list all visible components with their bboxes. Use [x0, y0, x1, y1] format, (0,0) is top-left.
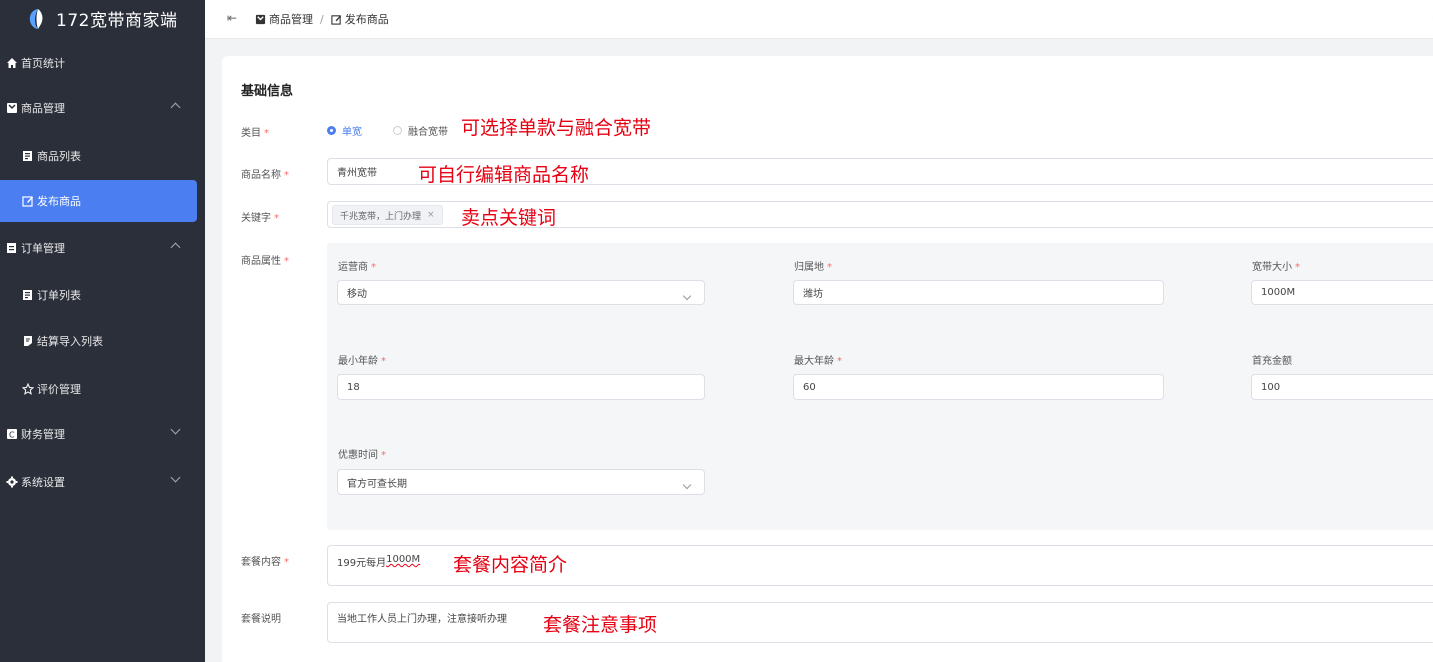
max-age-label: 最大年龄 * [794, 356, 842, 367]
first-charge-label: 首充金额 [1252, 356, 1292, 367]
sidebar-item-goods-management[interactable]: 商品管理 [0, 87, 205, 129]
annotation-keywords: 卖点关键词 [461, 207, 557, 229]
chevron-up-icon [170, 102, 181, 113]
input-value: 18 [347, 381, 360, 393]
sidebar-item-label: 发布商品 [37, 195, 81, 208]
annotation-desc: 套餐注意事项 [543, 614, 658, 636]
min-age-input[interactable]: 18 [337, 374, 705, 400]
sidebar-item-finance-management[interactable]: C 财务管理 [0, 413, 205, 455]
annotation-name: 可自行编辑商品名称 [418, 164, 590, 186]
keywords-label: 关键字 * [241, 213, 279, 224]
attributes-label: 商品属性 * [241, 256, 289, 267]
list-icon [23, 290, 32, 300]
promo-time-label: 优惠时间 * [338, 450, 386, 461]
input-value: 60 [803, 381, 816, 393]
max-age-input[interactable]: 60 [793, 374, 1164, 400]
operator-label: 运营商 * [338, 262, 376, 273]
svg-text:C: C [9, 431, 15, 440]
radio-fusion-broadband[interactable]: 融合宽带 [393, 123, 448, 138]
sidebar-item-order-management[interactable]: 订单管理 [0, 227, 205, 269]
goods-icon [7, 103, 17, 113]
chevron-up-icon [170, 242, 181, 253]
first-charge-input[interactable]: 100 [1251, 374, 1433, 400]
textarea-value: 当地工作人员上门办理，注意接听办理 [337, 614, 507, 625]
sidebar-item-publish-goods[interactable]: 发布商品 [0, 180, 197, 222]
location-label: 归属地 * [794, 262, 832, 273]
sidebar-item-settlement-import[interactable]: 结算导入列表 [0, 320, 205, 362]
chevron-down-icon [682, 291, 692, 301]
app-window: 172宽带商家端 首页统计 商品管理 商品列表 发布商品 订单管理 订单列表 结… [0, 0, 1433, 662]
logo-icon [29, 9, 43, 29]
chevron-down-icon [682, 480, 692, 490]
package-desc-label: 套餐说明 [241, 614, 281, 625]
breadcrumb-separator: / [320, 12, 324, 26]
sidebar-item-goods-list[interactable]: 商品列表 [0, 135, 205, 177]
order-icon [7, 243, 16, 253]
chevron-down-icon [170, 472, 181, 483]
sidebar-item-label: 财务管理 [21, 428, 65, 441]
breadcrumb-parent[interactable]: 商品管理 [269, 11, 313, 27]
keyword-tag: 千兆宽带，上门办理 × [332, 205, 443, 225]
settle-icon [24, 336, 32, 346]
top-bar: ⇤ 商品管理 / 发布商品 [205, 0, 1433, 39]
sidebar-item-label: 订单管理 [21, 242, 65, 255]
input-value: 100 [1261, 381, 1281, 393]
sidebar-item-review-management[interactable]: 评价管理 [0, 368, 205, 410]
textarea-value: 199元每月 [337, 558, 387, 569]
sidebar-item-label: 评价管理 [37, 383, 81, 396]
location-input[interactable]: 潍坊 [793, 280, 1164, 305]
goods-icon [255, 14, 266, 24]
sidebar-item-label: 首页统计 [21, 57, 65, 70]
promo-time-select[interactable]: 官方可查长期 [337, 469, 705, 495]
tag-label: 千兆宽带，上门办理 [340, 211, 422, 222]
radio-unchecked-icon [393, 126, 402, 135]
spellcheck-mark: 1000M [386, 554, 421, 565]
edit-icon [22, 196, 33, 207]
app-title: 172宽带商家端 [56, 11, 178, 31]
package-desc-textarea[interactable]: 当地工作人员上门办理，注意接听办理 [327, 602, 1433, 643]
sidebar-item-label: 订单列表 [37, 289, 81, 302]
bandwidth-label: 宽带大小 * [1252, 262, 1300, 273]
sidebar-item-order-list[interactable]: 订单列表 [0, 274, 205, 316]
radio-label: 单宽 [342, 127, 362, 138]
section-title: 基础信息 [241, 84, 294, 99]
package-content-label: 套餐内容 * [241, 557, 289, 568]
finance-icon: C [7, 429, 17, 440]
radio-single-broadband[interactable]: 单宽 [327, 123, 362, 138]
radio-checked-icon [327, 126, 336, 135]
sidebar-item-home[interactable]: 首页统计 [0, 42, 205, 84]
star-icon [22, 383, 34, 395]
annotation-content: 套餐内容简介 [453, 554, 568, 576]
breadcrumb: 商品管理 / 发布商品 [255, 11, 389, 27]
sidebar-item-system-settings[interactable]: 系统设置 [0, 461, 205, 503]
close-icon[interactable]: × [427, 210, 435, 220]
annotation-category: 可选择单款与融合宽带 [461, 117, 652, 139]
operator-select[interactable]: 移动 [337, 280, 705, 305]
sidebar-item-label: 商品列表 [37, 150, 81, 163]
min-age-label: 最小年龄 * [338, 356, 386, 367]
radio-label: 融合宽带 [408, 127, 448, 138]
select-value: 移动 [347, 289, 367, 300]
chevron-down-icon [170, 424, 181, 435]
input-value: 1000M [1261, 287, 1296, 298]
select-value: 官方可查长期 [347, 478, 407, 490]
gear-icon [6, 476, 18, 488]
product-name-label: 商品名称 * [241, 170, 289, 181]
breadcrumb-current: 发布商品 [344, 13, 389, 26]
sidebar: 172宽带商家端 首页统计 商品管理 商品列表 发布商品 订单管理 订单列表 结… [0, 0, 205, 662]
collapse-sidebar-icon[interactable]: ⇤ [227, 11, 237, 25]
list-icon [23, 151, 32, 161]
sidebar-item-label: 结算导入列表 [37, 335, 103, 348]
category-label: 类目 * [241, 128, 269, 139]
logo: 172宽带商家端 [0, 0, 205, 38]
input-value: 青州宽带 [337, 168, 377, 179]
input-value: 潍坊 [803, 289, 823, 300]
edit-icon [331, 14, 341, 25]
home-icon [7, 58, 17, 68]
sidebar-item-label: 系统设置 [21, 476, 65, 489]
sidebar-item-label: 商品管理 [21, 102, 65, 115]
bandwidth-input[interactable]: 1000M [1251, 280, 1433, 305]
